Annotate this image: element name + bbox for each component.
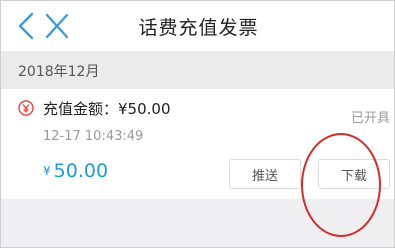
price-currency-symbol: ¥ [43, 164, 51, 178]
recharge-amount-title: 充值金额：¥50.00 [43, 100, 171, 118]
push-button[interactable]: 推送 [229, 159, 301, 189]
invoice-screen: 话费充值发票 2018年12月 充值金额：¥50.00 已开具 12-17 10… [0, 0, 395, 248]
invoice-card[interactable]: 充值金额：¥50.00 已开具 12-17 10:43:49 ¥50.00 推送… [1, 89, 394, 199]
invoice-price: ¥50.00 [43, 160, 108, 182]
download-button[interactable]: 下载 [318, 159, 390, 189]
status-badge: 已开具 [350, 111, 390, 126]
invoice-timestamp: 12-17 10:43:49 [43, 129, 144, 144]
price-value: 50.00 [53, 160, 109, 182]
nav-header: 话费充值发票 [1, 1, 394, 51]
month-label: 2018年12月 [18, 64, 100, 80]
page-title: 话费充值发票 [138, 17, 259, 39]
yen-circle-icon [18, 100, 34, 116]
month-section-header: 2018年12月 [1, 51, 394, 89]
